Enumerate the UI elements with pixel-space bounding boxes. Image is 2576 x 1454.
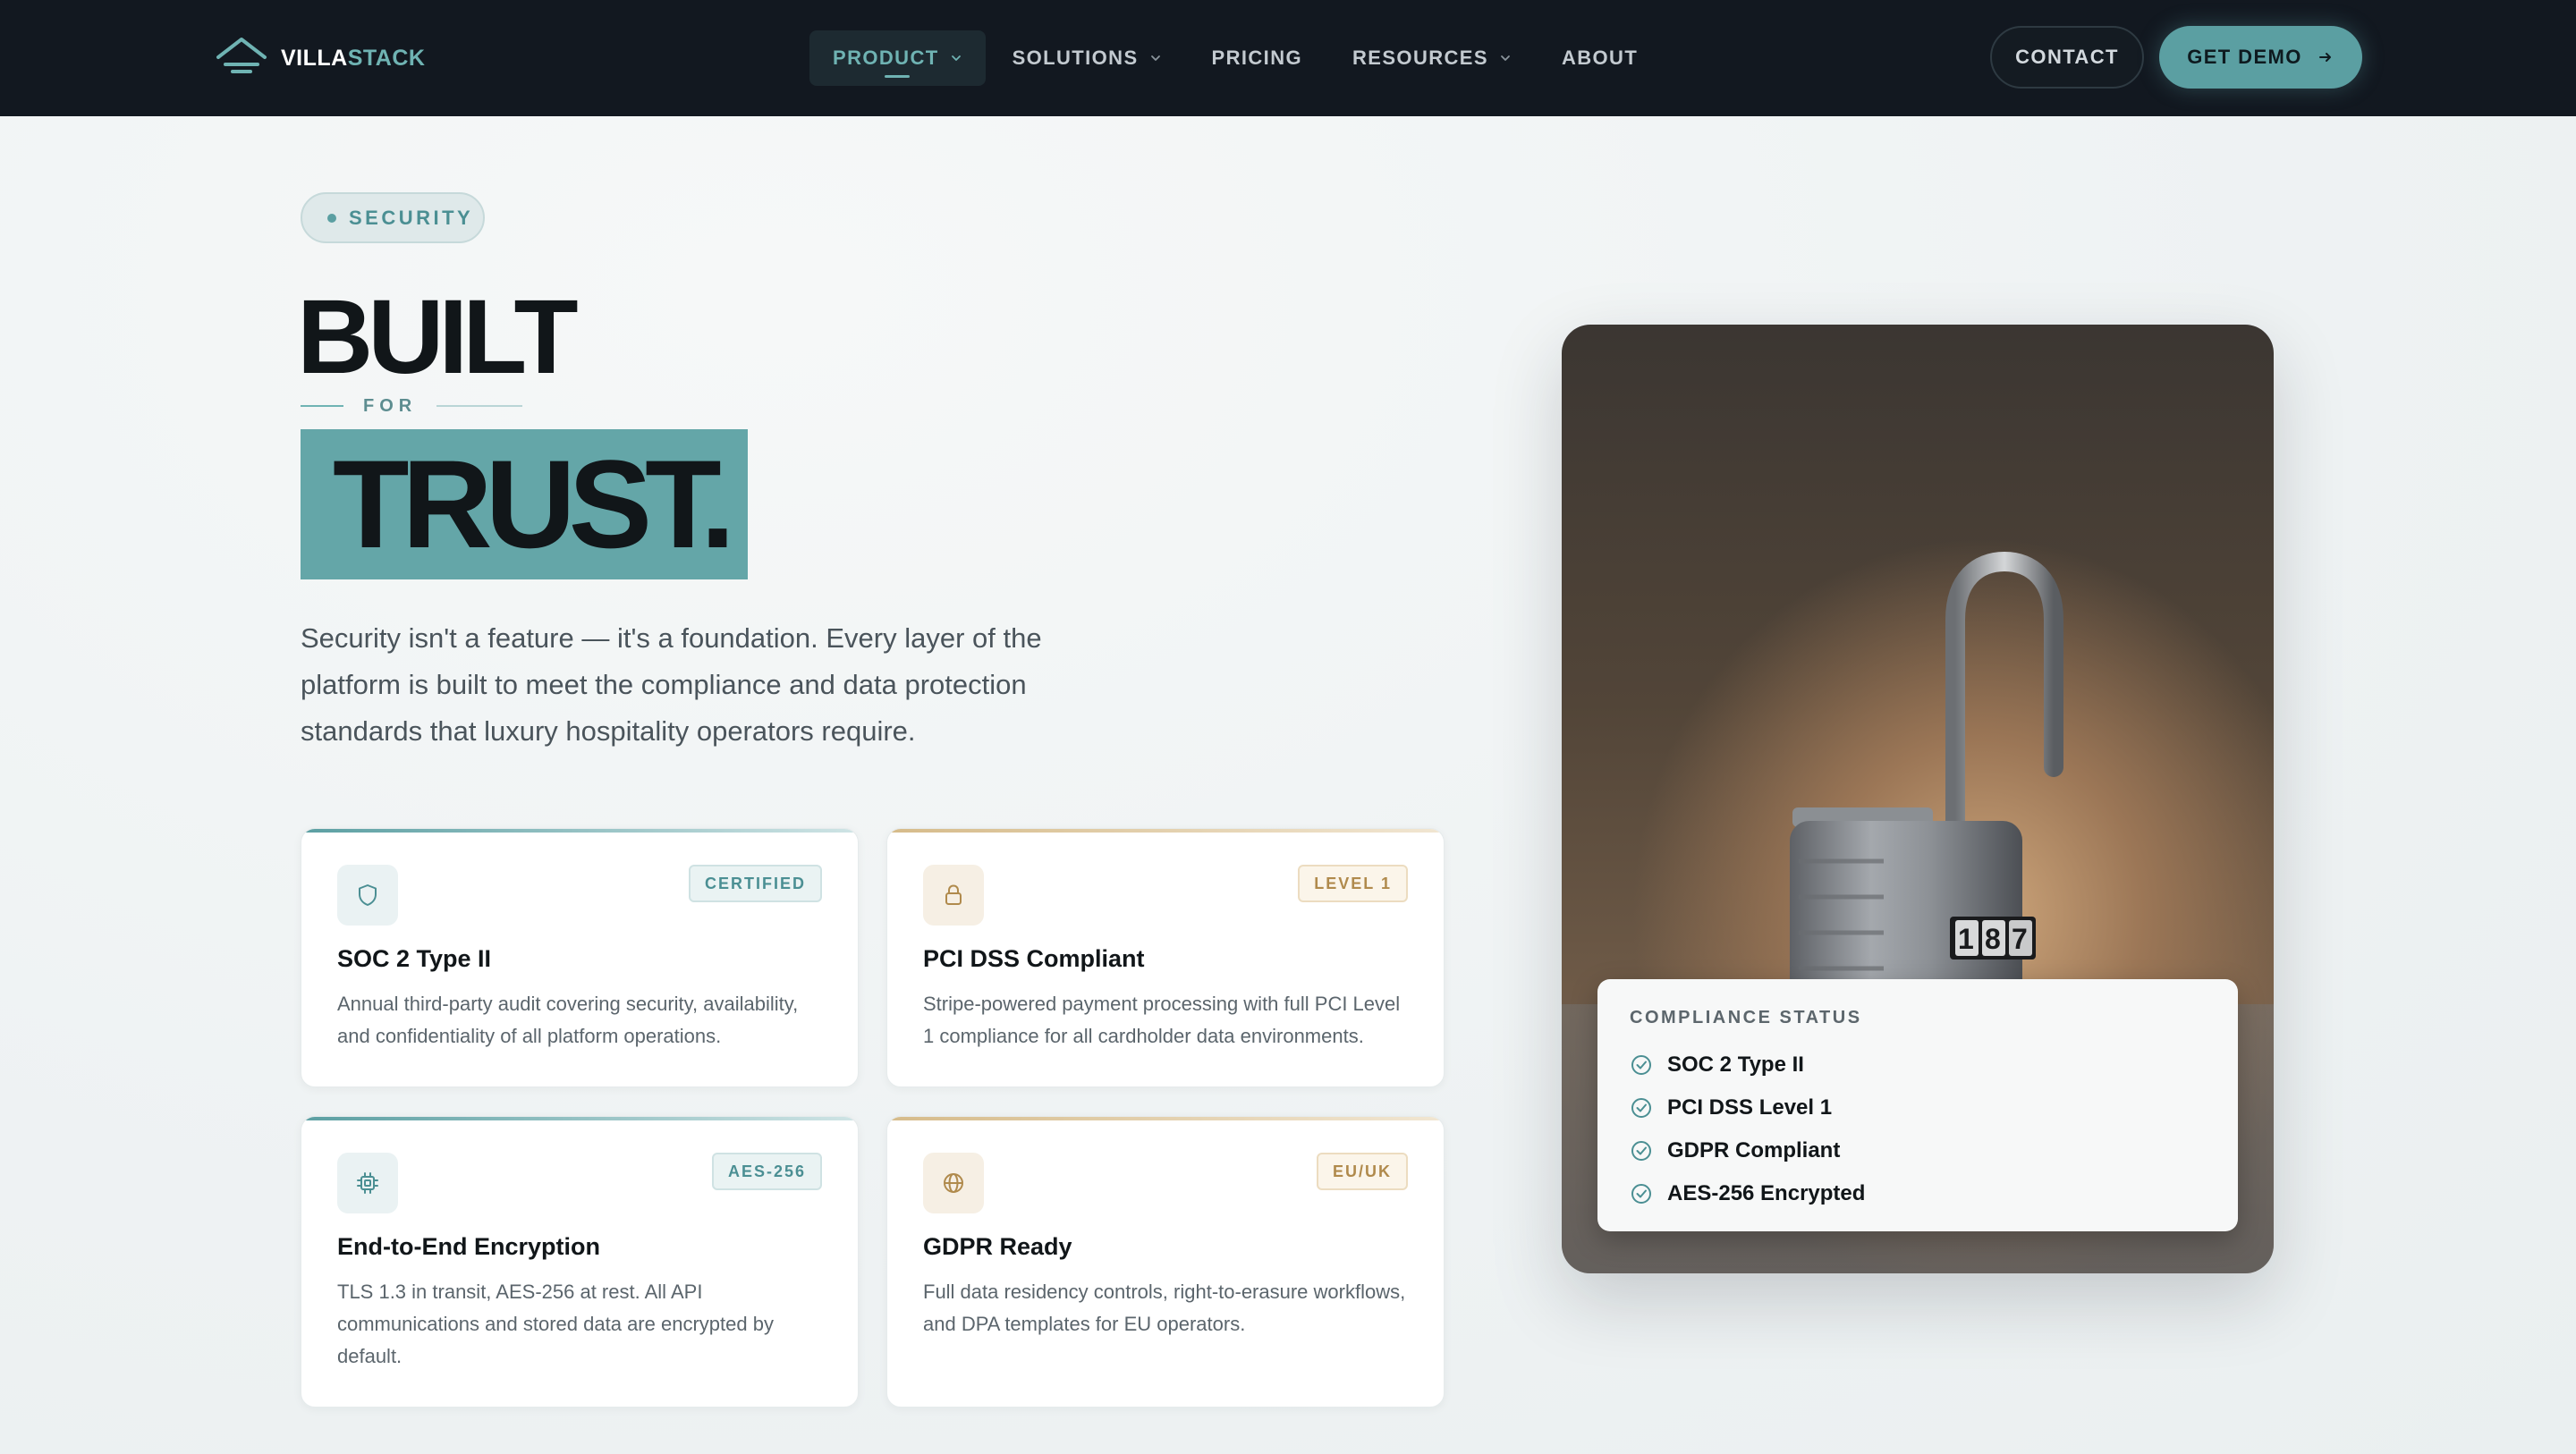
chevron-down-icon (1499, 52, 1512, 64)
compliance-item-label: GDPR Compliant (1667, 1138, 1841, 1162)
card-description: Annual third-party audit covering securi… (337, 993, 799, 1047)
status-badge: EU/UK (1316, 1153, 1408, 1190)
feature-card-encryption[interactable]: AES-256 End-to-End Encryption TLS 1.3 in… (301, 1116, 859, 1408)
hero-image-card: 1 8 7 COMPLIANCE STATUS SOC 2 Type II PC… (1562, 325, 2274, 1273)
card-description: TLS 1.3 in transit, AES-256 at rest. All… (337, 1281, 774, 1367)
chevron-down-icon (1149, 52, 1162, 64)
list-item: PCI DSS Level 1 (1630, 1086, 1865, 1129)
check-circle-icon (1630, 1182, 1653, 1205)
compliance-list: SOC 2 Type II PCI DSS Level 1 GDPR Compl… (1630, 1044, 1865, 1215)
arrow-right-icon (2317, 48, 2334, 66)
check-circle-icon (1630, 1096, 1653, 1120)
headline-connector: FOR (301, 393, 523, 418)
svg-text:7: 7 (2012, 923, 2028, 955)
chip-icon (337, 1153, 398, 1213)
nav-solutions[interactable]: SOLUTIONS (989, 30, 1185, 86)
nav-about[interactable]: ABOUT (1538, 30, 1661, 86)
feature-card-gdpr[interactable]: EU/UK GDPR Ready Full data residency con… (886, 1116, 1445, 1408)
connector-text: FOR (363, 395, 418, 416)
compliance-status-panel: COMPLIANCE STATUS SOC 2 Type II PCI DSS … (1597, 979, 2238, 1231)
feature-card-soc2[interactable]: CERTIFIED SOC 2 Type II Annual third-par… (301, 828, 859, 1087)
compliance-item-label: PCI DSS Level 1 (1667, 1095, 1833, 1120)
card-title: PCI DSS Compliant (923, 945, 1145, 972)
status-badge: CERTIFIED (688, 865, 822, 902)
card-title: SOC 2 Type II (337, 945, 492, 972)
check-circle-icon (1630, 1053, 1653, 1077)
brand-logo[interactable]: VILLASTACK (215, 36, 425, 80)
card-title: GDPR Ready (923, 1233, 1072, 1260)
card-description: Full data residency controls, right-to-e… (923, 1281, 1406, 1335)
eyebrow-label: SECURITY (349, 206, 474, 229)
list-item: GDPR Compliant (1630, 1129, 1865, 1172)
nav-product[interactable]: PRODUCT (809, 30, 986, 86)
chevron-down-icon (950, 52, 962, 64)
feature-card-pci[interactable]: LEVEL 1 PCI DSS Compliant Stripe-powered… (886, 828, 1445, 1087)
status-badge: AES-256 (711, 1153, 822, 1190)
svg-text:8: 8 (1985, 923, 2001, 955)
hero-lead-text: Security isn't a feature — it's a founda… (301, 622, 1042, 747)
nav-resources[interactable]: RESOURCES (1329, 30, 1535, 86)
globe-icon (923, 1153, 984, 1213)
get-demo-button[interactable]: GET DEMO (2159, 26, 2362, 89)
contact-button[interactable]: CONTACT (1990, 26, 2144, 89)
divider-line (436, 405, 523, 407)
get-demo-label: GET DEMO (2187, 46, 2302, 68)
list-item: SOC 2 Type II (1630, 1044, 1865, 1086)
headline-trust: TRUST. (333, 434, 735, 574)
eyebrow-pill: SECURITY (301, 192, 485, 243)
top-navbar: VILLASTACK PRODUCT SOLUTIONS PRICING RES… (0, 0, 2576, 116)
compliance-status-title: COMPLIANCE STATUS (1630, 1008, 1862, 1027)
svg-text:1: 1 (1958, 923, 1974, 955)
compliance-item-label: SOC 2 Type II (1667, 1052, 1804, 1077)
brand-name: VILLASTACK (281, 45, 426, 71)
list-item: AES-256 Encrypted (1630, 1172, 1865, 1215)
lock-icon (923, 865, 984, 926)
divider-line (301, 405, 343, 407)
check-circle-icon (1630, 1139, 1653, 1162)
card-description: Stripe-powered payment processing with f… (923, 993, 1401, 1047)
nav-pricing[interactable]: PRICING (1189, 30, 1326, 86)
compliance-item-label: AES-256 Encrypted (1667, 1181, 1866, 1205)
card-title: End-to-End Encryption (337, 1233, 600, 1260)
logo-house-icon (215, 34, 268, 83)
shield-icon (337, 865, 398, 926)
status-badge: LEVEL 1 (1298, 865, 1408, 902)
headline-built: BUILT (297, 278, 579, 396)
headline-highlight: TRUST. (301, 429, 748, 579)
pill-dot (327, 213, 336, 223)
main-nav: PRODUCT SOLUTIONS PRICING RESOURCES ABOU… (809, 30, 1665, 86)
